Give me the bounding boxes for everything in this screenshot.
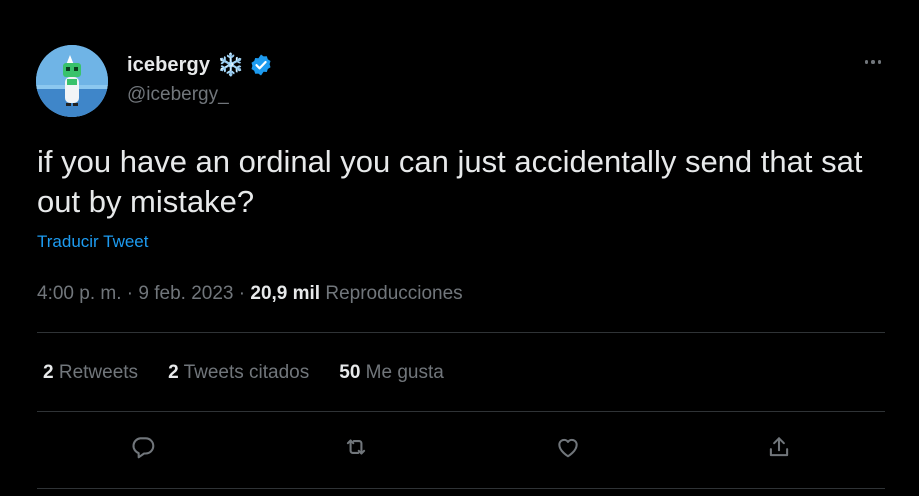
tweet-date[interactable]: 9 feb. 2023 [138, 283, 233, 304]
retweets-label: Retweets [58, 362, 139, 383]
views-count: 20,9 mil [250, 283, 321, 304]
tweet-detail: icebergy ❄️ @icebergy_ if you have an or… [0, 0, 919, 496]
snowflake-emoji: ❄️ [217, 52, 245, 77]
tweet-meta: 4:00 p. m. · 9 feb. 2023 · 20,9 mil Repr… [37, 283, 463, 305]
divider [37, 332, 885, 333]
verified-badge-icon [249, 53, 273, 77]
like-icon[interactable] [553, 432, 583, 462]
action-bar [0, 432, 919, 462]
views-label: Reproducciones [325, 283, 463, 304]
retweets-count: 2 [43, 362, 54, 383]
divider [37, 488, 885, 489]
meta-separator: · [126, 283, 134, 304]
quotes-label: Tweets citados [183, 362, 310, 383]
share-icon[interactable] [764, 432, 794, 462]
translate-tweet-link[interactable]: Traducir Tweet [37, 232, 149, 252]
retweet-icon[interactable] [341, 432, 371, 462]
tweet-stats: 2 Retweets 2 Tweets citados 50 Me gusta [43, 362, 474, 384]
avatar[interactable] [36, 45, 108, 117]
divider [37, 411, 885, 412]
user-name-row: icebergy ❄️ [127, 52, 273, 78]
likes-label: Me gusta [365, 362, 444, 383]
tweet-text: if you have an ordinal you can just acci… [37, 144, 863, 219]
likes-count: 50 [339, 362, 361, 383]
user-handle[interactable]: @icebergy_ [127, 84, 229, 106]
display-name[interactable]: icebergy [127, 54, 210, 77]
likes-stat[interactable]: 50 Me gusta [339, 362, 444, 384]
reply-icon[interactable] [128, 432, 158, 462]
avatar-image [36, 45, 108, 117]
retweets-stat[interactable]: 2 Retweets [43, 362, 138, 384]
more-options-icon[interactable] [860, 52, 886, 72]
tweet-time[interactable]: 4:00 p. m. [37, 283, 122, 304]
meta-separator: · [238, 283, 246, 304]
quotes-count: 2 [168, 362, 179, 383]
quotes-stat[interactable]: 2 Tweets citados [168, 362, 309, 384]
